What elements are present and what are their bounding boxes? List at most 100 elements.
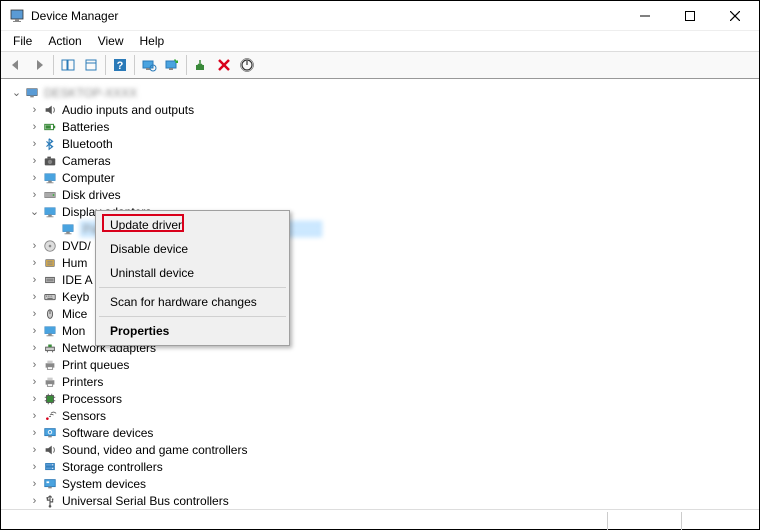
tree-item-label: Print queues [62,358,129,372]
window-controls [622,2,757,30]
expand-icon[interactable]: › [27,323,42,338]
tree-item[interactable]: › Printers [9,373,755,390]
menu-file[interactable]: File [5,32,40,50]
expand-icon[interactable]: › [27,459,42,474]
ctx-separator [99,316,286,317]
bluetooth-icon [42,137,58,151]
dvd-icon [42,239,58,253]
tree-item[interactable]: › Sensors [9,407,755,424]
ide-icon [42,273,58,287]
tree-item-label: Software devices [62,426,153,440]
expand-icon[interactable]: › [27,119,42,134]
expand-icon[interactable]: › [27,493,42,508]
uninstall-device-button[interactable] [213,54,235,76]
update-driver-button[interactable] [161,54,183,76]
expand-icon[interactable]: › [27,136,42,151]
expand-icon[interactable]: › [27,306,42,321]
storage-icon [42,460,58,474]
expand-icon[interactable]: › [27,374,42,389]
sensor-icon [42,409,58,423]
printer-icon [42,375,58,389]
forward-button[interactable] [28,54,50,76]
expand-icon[interactable]: › [27,476,42,491]
tree-item[interactable]: › Universal Serial Bus controllers [9,492,755,509]
close-button[interactable] [712,2,757,30]
disable-device-button[interactable] [236,54,258,76]
expand-icon[interactable]: › [27,442,42,457]
expand-icon[interactable]: › [27,408,42,423]
ctx-properties[interactable]: Properties [98,319,287,343]
show-hide-tree-button[interactable] [57,54,79,76]
tree-item-label: Keyb [62,290,89,304]
disk-icon [42,188,58,202]
tree-item[interactable]: ›Bluetooth [9,135,755,152]
tree-item-label: Mice [62,307,87,321]
ctx-uninstall-device[interactable]: Uninstall device [98,261,287,285]
toolbar: ? [1,51,759,79]
tree-item-label: Audio inputs and outputs [62,103,194,117]
tree-item[interactable]: ›Cameras [9,152,755,169]
tree-item-label: Processors [62,392,122,406]
tree-item-label: Printers [62,375,103,389]
mouse-icon [42,307,58,321]
help-button[interactable]: ? [109,54,131,76]
expand-icon[interactable]: › [27,187,42,202]
status-pane [681,512,751,530]
tree-item[interactable]: ›System devices [9,475,755,492]
keyboard-icon [42,290,58,304]
expand-icon[interactable]: › [27,153,42,168]
computer-icon [24,86,40,100]
statusbar [1,509,759,531]
scan-hardware-button[interactable] [138,54,160,76]
app-icon [9,8,25,24]
collapse-icon[interactable]: ⌄ [9,85,24,100]
minimize-button[interactable] [622,2,667,30]
titlebar: Device Manager [1,1,759,31]
monitor-icon [42,171,58,185]
back-button[interactable] [5,54,27,76]
enable-device-button[interactable] [190,54,212,76]
expand-icon[interactable]: › [27,255,42,270]
ctx-scan-hardware[interactable]: Scan for hardware changes [98,290,287,314]
ctx-disable-device[interactable]: Disable device [98,237,287,261]
tree-item-label: Disk drives [62,188,121,202]
tree-item[interactable]: ›Storage controllers [9,458,755,475]
tree-item-label: Mon [62,324,85,338]
menu-view[interactable]: View [90,32,132,50]
expand-icon[interactable]: › [27,170,42,185]
maximize-button[interactable] [667,2,712,30]
tree-item[interactable]: ›Computer [9,169,755,186]
tree-item[interactable]: › Software devices [9,424,755,441]
tree-item-label: Sensors [62,409,106,423]
device-tree-pane[interactable]: ⌄ DESKTOP-XXXX › Audio inputs and outputs… [1,79,759,509]
ctx-update-driver[interactable]: Update driver [98,213,287,237]
hid-icon [42,256,58,270]
tree-item[interactable]: › Disk drives [9,186,755,203]
expand-icon[interactable]: › [27,102,42,117]
menubar: File Action View Help [1,31,759,51]
properties-button[interactable] [80,54,102,76]
expand-icon[interactable]: › [27,391,42,406]
monitor-icon [42,324,58,338]
expand-icon[interactable]: › [27,357,42,372]
tree-root[interactable]: ⌄ DESKTOP-XXXX [9,84,755,101]
monitor-icon [60,222,76,236]
expand-icon[interactable]: › [27,340,42,355]
tree-item[interactable]: › Audio inputs and outputs [9,101,755,118]
tree-item-label: Batteries [62,120,109,134]
expand-icon[interactable]: › [27,425,42,440]
menu-action[interactable]: Action [40,32,89,50]
tree-item-label: Sound, video and game controllers [62,443,247,457]
expand-icon[interactable]: › [27,238,42,253]
expand-icon[interactable]: › [27,289,42,304]
expand-icon[interactable]: › [27,272,42,287]
tree-item-label: Universal Serial Bus controllers [62,494,229,508]
tree-item[interactable]: › Print queues [9,356,755,373]
system-icon [42,477,58,491]
expand-icon[interactable]: ⌄ [27,204,42,219]
sound-icon [42,443,58,457]
tree-item[interactable]: › Sound, video and game controllers [9,441,755,458]
tree-item[interactable]: › Batteries [9,118,755,135]
tree-item[interactable]: › Processors [9,390,755,407]
menu-help[interactable]: Help [132,32,173,50]
